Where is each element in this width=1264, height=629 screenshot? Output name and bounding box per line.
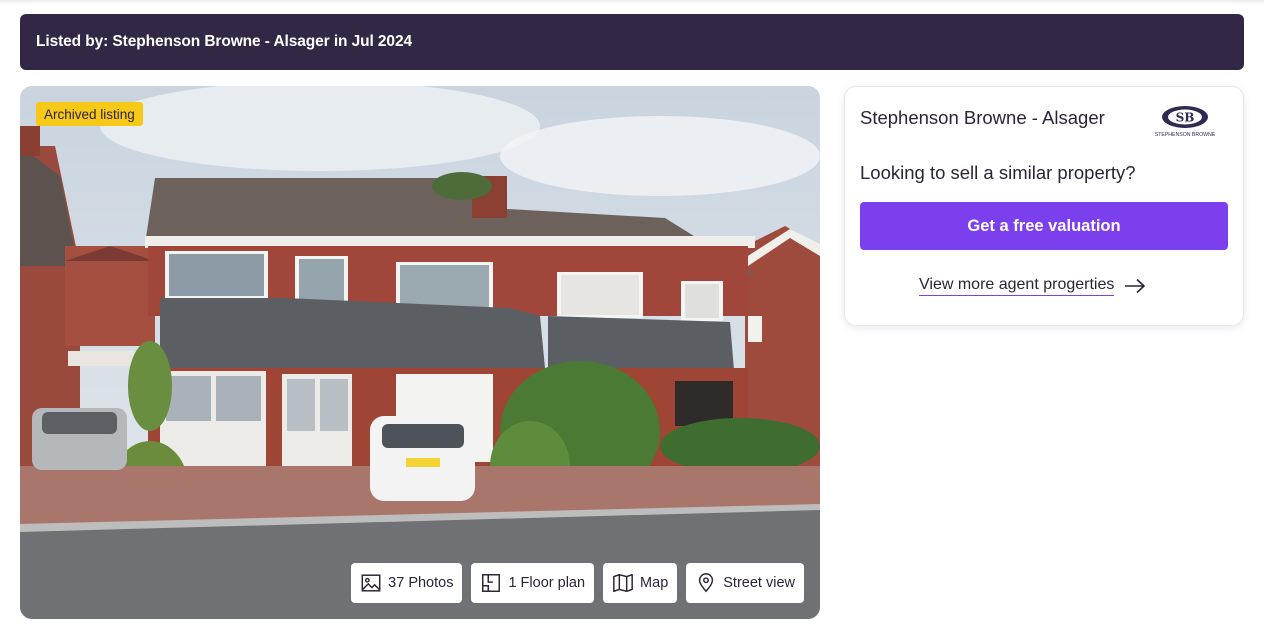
map-button-label: Map — [640, 575, 669, 591]
map-icon — [613, 574, 633, 592]
map-button[interactable]: Map — [603, 563, 678, 603]
view-more-agent-properties-link[interactable]: View more agent progerties — [919, 276, 1146, 296]
house-photo-illustration — [20, 86, 820, 619]
street-view-button[interactable]: Street view — [686, 563, 804, 603]
archived-listing-badge: Archived listing — [36, 102, 143, 126]
street-view-button-label: Street view — [723, 575, 795, 591]
property-photo[interactable]: Archived listing 37 Photos 1 Floor plan — [20, 86, 820, 619]
svg-text:SB: SB — [1176, 111, 1195, 125]
photos-button-label: 37 Photos — [388, 575, 454, 591]
listed-by-banner: Listed by: Stephenson Browne - Alsager i… — [20, 14, 1244, 70]
arrow-right-icon — [1125, 278, 1146, 294]
view-more-link-label: View more agent progerties — [919, 276, 1115, 296]
location-pin-icon — [699, 573, 714, 593]
agent-name: Stephenson Browne - Alsager — [860, 107, 1105, 128]
listed-by-text: Listed by: Stephenson Browne - Alsager i… — [36, 33, 412, 50]
media-buttons: 37 Photos 1 Floor plan Map Street view — [351, 563, 804, 603]
floor-plan-button[interactable]: 1 Floor plan — [471, 563, 595, 603]
top-divider — [0, 0, 1264, 4]
agent-card: Stephenson Browne - Alsager SB STEPHENSO… — [844, 86, 1244, 326]
agent-logo-text: STEPHENSON BROWNE — [1155, 132, 1216, 138]
photos-icon — [361, 574, 381, 592]
sell-prompt: Looking to sell a similar property? — [860, 162, 1136, 183]
floor-plan-button-label: 1 Floor plan — [508, 575, 586, 591]
free-valuation-button[interactable]: Get a free valuation — [860, 202, 1228, 250]
photos-button[interactable]: 37 Photos — [351, 563, 463, 603]
agent-logo: SB STEPHENSON BROWNE — [1155, 106, 1216, 138]
floor-plan-icon — [482, 574, 501, 592]
